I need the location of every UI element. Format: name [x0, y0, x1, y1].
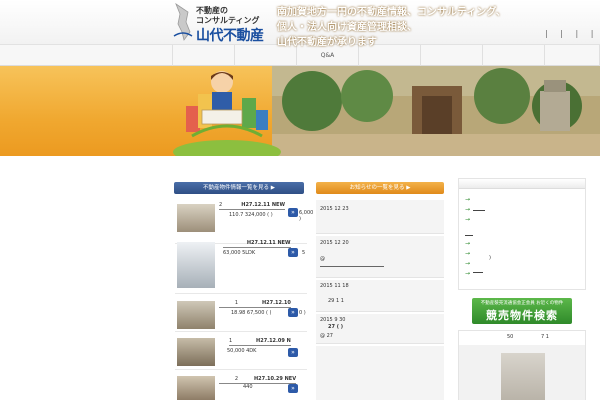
news-date: 2015 12 20	[320, 240, 349, 246]
site-logo[interactable]: 不動産の コンサルティング 山代不動産	[172, 2, 272, 44]
news-list-link[interactable]: お知らせの一覧を見る ▶	[316, 182, 444, 194]
property-title[interactable]: 2 H27.10.29 NEV	[219, 376, 297, 384]
auction-search-banner[interactable]: 不動産競売流通協会正会員 お近くの物件 競売物件検索	[472, 298, 572, 324]
auction-banner-title: 競売物件検索	[486, 309, 558, 322]
news-item[interactable]: 2015 12 20 @	[316, 236, 444, 278]
hero-tagline: 南加賀地方一円の不動産情報、コンサルティング、 個人・法人向け資産管理相談、 山…	[277, 5, 506, 50]
sidebar-link-3[interactable]: →	[465, 216, 470, 223]
property-photo	[177, 204, 215, 232]
news-item[interactable]: 2015 11 18 29 1 1	[316, 280, 444, 312]
hero-street-photo	[272, 66, 600, 156]
sidebar-link-6[interactable]: →	[465, 260, 470, 267]
sidebar-link-2-underline	[473, 210, 485, 211]
hero-tagline-line3: 山代不動産が承ります	[277, 37, 377, 48]
property-list-link[interactable]: 不動産物件情報一覧を見る ▶	[174, 182, 304, 194]
news-title[interactable]: 29 1 1	[328, 298, 344, 304]
sidebar-link-4[interactable]: →	[465, 240, 470, 247]
property-photo	[177, 376, 215, 400]
property-item[interactable]: 2 H27.10.29 NEV 440 »	[175, 374, 307, 400]
property-photo	[177, 242, 215, 288]
sidebar-link-5-extra: )	[489, 255, 491, 261]
property-extra: 6,000 )	[299, 210, 314, 222]
property-detail-button[interactable]: »	[288, 308, 298, 317]
sidebar-link-1[interactable]: →	[465, 196, 470, 203]
property-item[interactable]: 1 H27.12.09 N 50,000 4DK »	[175, 336, 307, 370]
property-meta: 110.7 324,000 ( )	[229, 212, 273, 218]
property-detail-button[interactable]: »	[288, 208, 298, 217]
property-item[interactable]: 1 H27.12.10 18.98 67,500 ( ) » 0 )	[175, 298, 307, 332]
sidebar-link-box-header	[459, 179, 585, 189]
sidebar-link-7[interactable]: →	[465, 270, 470, 277]
news-item-empty	[316, 346, 444, 400]
hero-tagline-line2: 個人・法人向け資産管理相談、	[277, 22, 417, 33]
nav-item-7[interactable]	[544, 45, 600, 66]
logo-text-line3: 山代不動産	[196, 28, 264, 44]
sidebar-link-2[interactable]: →	[465, 206, 470, 213]
news-date: 2015 9 30	[320, 317, 346, 323]
news-item[interactable]: 2015 9 30 27 ( ) @ 27	[316, 314, 444, 344]
property-photo	[177, 338, 215, 366]
property-photo	[177, 301, 215, 329]
mascot-illustration	[173, 71, 281, 156]
property-detail-button[interactable]: »	[288, 348, 298, 357]
news-title[interactable]: @	[320, 256, 325, 262]
sidebar-link-5[interactable]: →	[465, 250, 470, 257]
property-title[interactable]: 1 H27.12.10	[219, 300, 291, 308]
property-title[interactable]: 1 H27.12.09 N	[229, 338, 291, 346]
auction-banner-caption: 不動産競売流通協会正会員 お近くの物件	[480, 301, 564, 306]
hero-tagline-line1: 南加賀地方一円の不動産情報、コンサルティング、	[277, 7, 506, 18]
hero-artwork	[172, 66, 600, 156]
sidebar-lower-text-b: 7 1	[541, 334, 549, 340]
property-meta: 440	[243, 384, 253, 390]
news-title[interactable]: 27 ( )	[328, 324, 343, 330]
news-title-underline	[320, 266, 384, 267]
news-date: 2015 12 23	[320, 206, 349, 212]
property-item[interactable]: H27.12.11 NEW 63,000 5LDK » 5	[175, 238, 307, 294]
header-utility-links[interactable]: | | | |	[545, 29, 598, 38]
property-detail-button[interactable]: »	[288, 384, 298, 393]
property-detail-button[interactable]: »	[288, 248, 298, 257]
sidebar-lower-box: 50 7 1	[458, 330, 586, 400]
sidebar-link-6-underline	[473, 272, 483, 273]
nav-item-1[interactable]	[172, 45, 234, 66]
property-title[interactable]: 2 H27.12.11 NEW	[219, 202, 285, 210]
property-meta: 63,000 5LDK	[223, 250, 256, 256]
sidebar-lower-text-a: 50	[507, 334, 514, 340]
property-extra: 5	[302, 250, 306, 256]
sidebar-link-box: → → → → → ) → →	[458, 178, 586, 290]
news-subtitle: @ 27	[320, 333, 333, 339]
news-date: 2015 11 18	[320, 283, 349, 289]
property-meta: 50,000 4DK	[227, 348, 257, 354]
logo-mark-icon	[173, 2, 193, 41]
sidebar-building-photo[interactable]	[501, 353, 545, 400]
property-title[interactable]: H27.12.11 NEW	[223, 240, 291, 248]
sidebar-divider	[465, 235, 473, 236]
property-meta: 18.98 67,500 ( )	[231, 310, 272, 316]
news-item[interactable]: 2015 12 23	[316, 200, 444, 234]
property-extra: 0 )	[299, 310, 306, 316]
